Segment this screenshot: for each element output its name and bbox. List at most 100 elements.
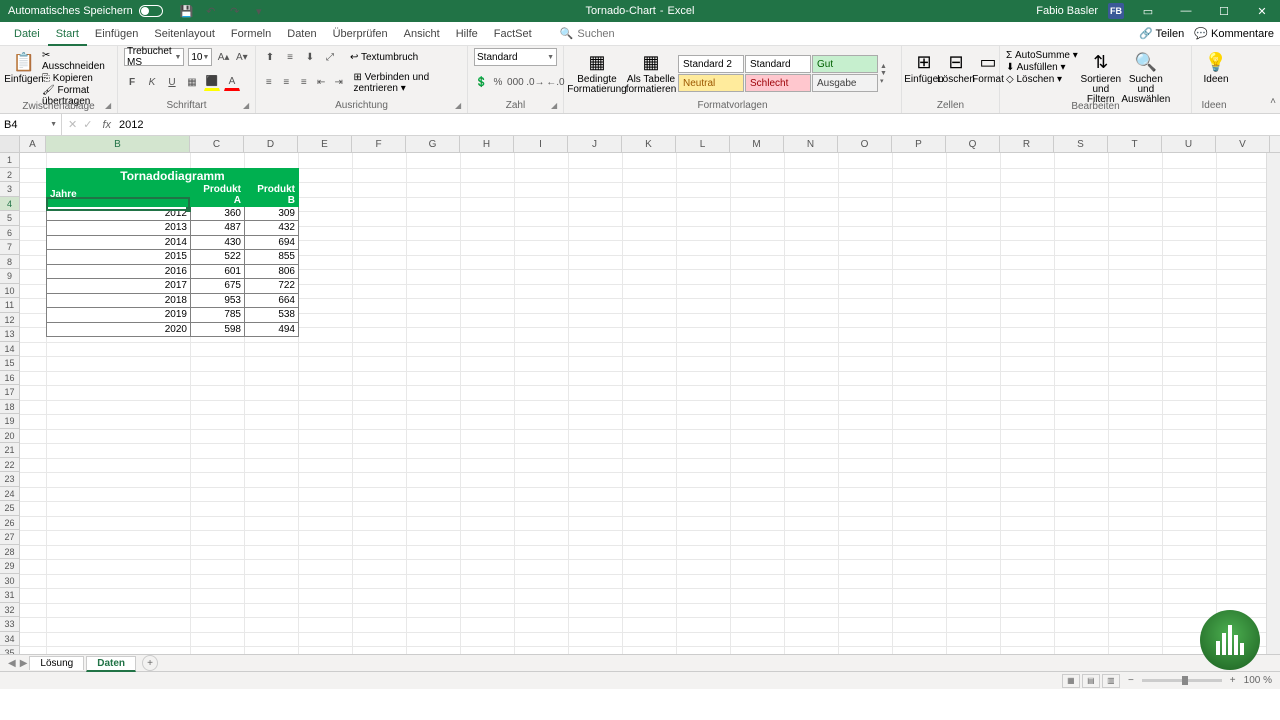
add-sheet-button[interactable]: + — [142, 655, 158, 671]
tab-start[interactable]: Start — [48, 24, 87, 46]
cell-style-standard[interactable]: Standard — [745, 55, 811, 73]
search-box[interactable]: 🔍 — [560, 27, 658, 40]
font-color-button[interactable]: A — [224, 75, 240, 91]
tab-seitenlayout[interactable]: Seitenlayout — [146, 24, 223, 44]
col-header-E[interactable]: E — [298, 136, 352, 152]
undo-icon[interactable]: ↶ — [203, 3, 219, 19]
redo-icon[interactable]: ↷ — [227, 3, 243, 19]
align-center-icon[interactable]: ≡ — [280, 75, 294, 91]
user-avatar[interactable]: FB — [1108, 3, 1124, 19]
name-box[interactable]: B4▼ — [0, 114, 62, 135]
tab-einfügen[interactable]: Einfügen — [87, 24, 146, 44]
insert-cells-button[interactable]: ⊞Einfügen — [908, 48, 940, 99]
table-row[interactable]: 2019785538 — [47, 308, 299, 323]
maximize-button[interactable]: ☐ — [1210, 5, 1238, 18]
row-header-10[interactable]: 10 — [0, 284, 19, 299]
formula-input[interactable] — [115, 119, 1280, 131]
decrease-decimal-icon[interactable]: ←.0 — [547, 75, 563, 91]
tab-factset[interactable]: FactSet — [486, 24, 540, 44]
row-header-16[interactable]: 16 — [0, 371, 19, 386]
minimize-button[interactable]: — — [1172, 5, 1200, 17]
autosum-button[interactable]: Σ AutoSumme ▾ — [1006, 50, 1078, 61]
table-row[interactable]: 2012360309 — [47, 206, 299, 221]
share-button[interactable]: 🔗 Teilen — [1139, 27, 1184, 40]
row-header-8[interactable]: 8 — [0, 255, 19, 270]
table-row[interactable]: 2013487432 — [47, 221, 299, 236]
font-launcher-icon[interactable]: ◢ — [243, 101, 253, 111]
col-header-H[interactable]: H — [460, 136, 514, 152]
align-bottom-icon[interactable]: ⬇ — [302, 49, 318, 65]
view-page-break-icon[interactable]: ▥ — [1102, 674, 1120, 688]
find-select-button[interactable]: 🔍Suchen und Auswählen — [1124, 48, 1168, 100]
row-header-12[interactable]: 12 — [0, 313, 19, 328]
row-header-28[interactable]: 28 — [0, 545, 19, 560]
row-header-17[interactable]: 17 — [0, 385, 19, 400]
row-header-29[interactable]: 29 — [0, 559, 19, 574]
col-header-S[interactable]: S — [1054, 136, 1108, 152]
row-header-2[interactable]: 2 — [0, 168, 19, 183]
col-header-V[interactable]: V — [1216, 136, 1270, 152]
sort-filter-button[interactable]: ⇅Sortieren und Filtern — [1080, 48, 1122, 100]
clipboard-launcher-icon[interactable]: ◢ — [105, 101, 115, 111]
row-header-26[interactable]: 26 — [0, 516, 19, 531]
percent-icon[interactable]: % — [492, 75, 503, 91]
align-top-icon[interactable]: ⬆ — [262, 49, 278, 65]
tab-daten[interactable]: Daten — [279, 24, 324, 44]
col-header-P[interactable]: P — [892, 136, 946, 152]
currency-icon[interactable]: 💲 — [474, 75, 488, 91]
data-table[interactable]: TornadodiagrammJahreProdukt AProdukt B20… — [46, 168, 299, 338]
align-right-icon[interactable]: ≡ — [297, 75, 311, 91]
fill-color-button[interactable]: ⬛ — [204, 75, 220, 91]
select-all-corner[interactable] — [0, 136, 20, 152]
cell-style-neutral[interactable]: Neutral — [678, 74, 744, 92]
number-launcher-icon[interactable]: ◢ — [551, 101, 561, 111]
indent-increase-icon[interactable]: ⇥ — [332, 75, 346, 91]
col-header-G[interactable]: G — [406, 136, 460, 152]
row-header-13[interactable]: 13 — [0, 327, 19, 342]
wrap-text-button[interactable]: ↩ Textumbruch — [350, 52, 418, 63]
table-row[interactable]: 2020598494 — [47, 322, 299, 337]
underline-button[interactable]: U — [164, 75, 180, 91]
user-name[interactable]: Fabio Basler — [1036, 5, 1098, 17]
col-header-Q[interactable]: Q — [946, 136, 1000, 152]
row-header-9[interactable]: 9 — [0, 269, 19, 284]
ideas-button[interactable]: 💡Ideen — [1198, 48, 1234, 89]
cell-style-output[interactable]: Ausgabe — [812, 74, 878, 92]
sheet-tab-daten[interactable]: Daten — [86, 656, 136, 672]
row-header-33[interactable]: 33 — [0, 617, 19, 632]
cell-style-bad[interactable]: Schlecht — [745, 74, 811, 92]
col-header-F[interactable]: F — [352, 136, 406, 152]
row-header-1[interactable]: 1 — [0, 153, 19, 168]
table-row[interactable]: 2017675722 — [47, 279, 299, 294]
row-header-15[interactable]: 15 — [0, 356, 19, 371]
table-row[interactable]: 2015522855 — [47, 250, 299, 265]
sheet-nav-next-icon[interactable]: ▶ — [20, 658, 28, 669]
sheet-tab-lösung[interactable]: Lösung — [29, 656, 84, 670]
decrease-font-icon[interactable]: A▾ — [235, 49, 249, 65]
ribbon-display-icon[interactable]: ▭ — [1134, 5, 1162, 18]
increase-decimal-icon[interactable]: .0→ — [527, 75, 543, 91]
row-header-4[interactable]: 4 — [0, 197, 19, 212]
zoom-out-button[interactable]: − — [1128, 675, 1134, 686]
row-header-18[interactable]: 18 — [0, 400, 19, 415]
sheet-nav-prev-icon[interactable]: ◀ — [8, 658, 16, 669]
styles-scroll-up-icon[interactable]: ▲ — [880, 63, 887, 70]
italic-button[interactable]: K — [144, 75, 160, 91]
tab-formeln[interactable]: Formeln — [223, 24, 279, 44]
col-header-B[interactable]: B — [46, 136, 190, 152]
row-header-21[interactable]: 21 — [0, 443, 19, 458]
row-header-3[interactable]: 3 — [0, 182, 19, 197]
col-header-J[interactable]: J — [568, 136, 622, 152]
tab-ansicht[interactable]: Ansicht — [396, 24, 448, 44]
increase-font-icon[interactable]: A▴ — [216, 49, 230, 65]
collapse-ribbon-icon[interactable]: ˄ — [1270, 96, 1276, 107]
comma-icon[interactable]: 000 — [507, 75, 523, 91]
fill-button[interactable]: ⬇ Ausfüllen ▾ — [1006, 62, 1078, 73]
font-size-select[interactable]: 10▼ — [188, 48, 212, 66]
indent-decrease-icon[interactable]: ⇤ — [315, 75, 329, 91]
col-header-N[interactable]: N — [784, 136, 838, 152]
col-header-I[interactable]: I — [514, 136, 568, 152]
row-header-35[interactable]: 35 — [0, 646, 19, 654]
row-header-6[interactable]: 6 — [0, 226, 19, 241]
tab-hilfe[interactable]: Hilfe — [448, 24, 486, 44]
